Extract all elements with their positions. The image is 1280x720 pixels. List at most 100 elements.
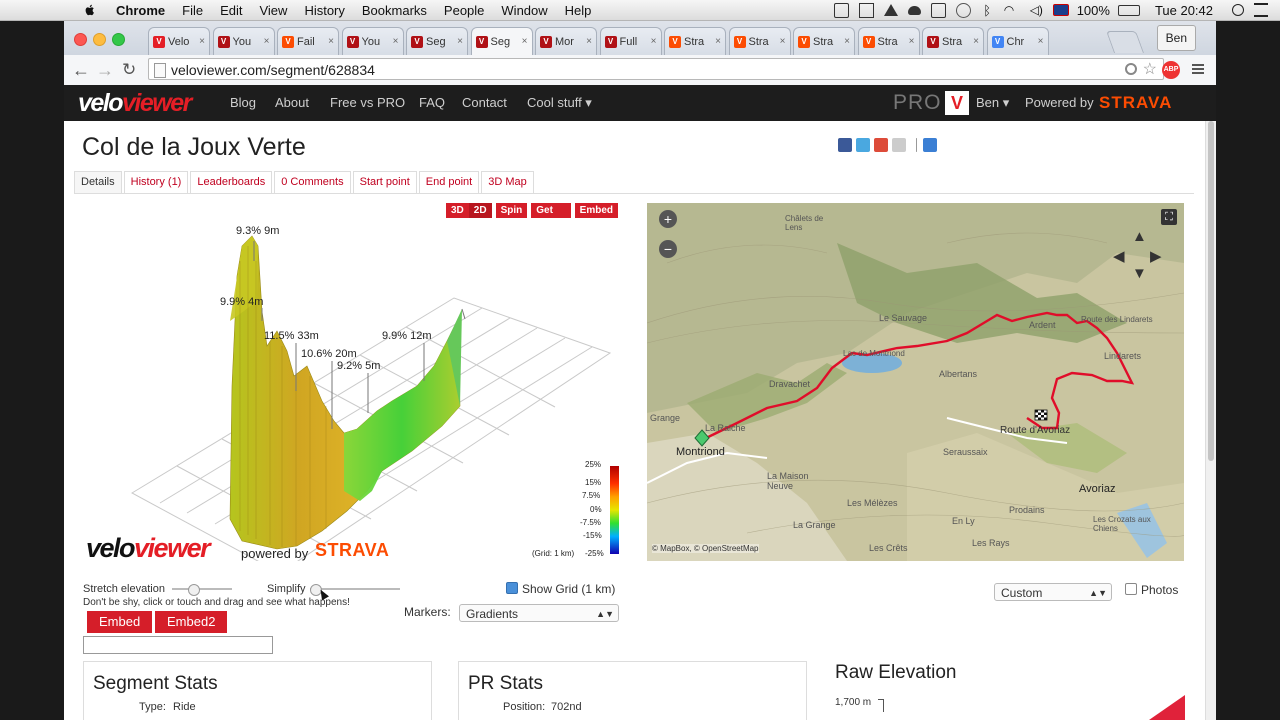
battery-icon[interactable] xyxy=(1117,4,1140,16)
browser-tab[interactable]: V Seg × xyxy=(406,27,468,55)
tab-close-icon[interactable]: × xyxy=(780,36,786,47)
uk-flag-icon[interactable] xyxy=(1052,4,1069,16)
time-machine-icon[interactable] xyxy=(955,2,971,18)
notification-list-icon[interactable] xyxy=(1254,3,1268,17)
tab-end-point[interactable]: End point xyxy=(418,171,480,193)
tab-3d-map[interactable]: 3D Map xyxy=(481,171,534,193)
browser-tab[interactable]: V Velo × xyxy=(148,27,210,55)
tab-close-icon[interactable]: × xyxy=(844,36,850,47)
strava-logo[interactable]: STRAVA xyxy=(1099,93,1172,113)
browser-tab[interactable]: V You × xyxy=(341,27,404,55)
google-plus-icon[interactable] xyxy=(874,138,888,152)
map-layer-select[interactable]: Custom ▲▼ xyxy=(994,583,1112,601)
back-icon[interactable]: ← xyxy=(72,60,90,81)
reload-icon[interactable]: ↻ xyxy=(122,60,136,80)
bookmark-star-icon[interactable]: ☆ xyxy=(1143,59,1157,81)
browser-tab[interactable]: V Stra × xyxy=(664,27,726,55)
pan-right-icon[interactable]: ▶ xyxy=(1150,247,1162,265)
tab-close-icon[interactable]: × xyxy=(1038,36,1044,47)
tab-details[interactable]: Details xyxy=(74,171,122,193)
nav-cool-stuff[interactable]: Cool stuff ▾ xyxy=(527,95,592,111)
view-3d-button[interactable]: 3D xyxy=(446,203,469,218)
drive-icon[interactable] xyxy=(883,4,898,16)
slider-handle[interactable] xyxy=(188,584,200,596)
veloviewer-logo[interactable]: veloviewer xyxy=(78,89,192,118)
tab-leaderboards[interactable]: Leaderboards xyxy=(190,171,273,193)
menu-view[interactable]: View xyxy=(259,3,287,18)
embed-viz-button[interactable]: Embed xyxy=(574,203,618,218)
window-icon[interactable] xyxy=(858,2,874,18)
checkbox-unchecked-icon[interactable] xyxy=(1125,583,1137,595)
skype-icon[interactable] xyxy=(833,2,849,18)
new-tab-button[interactable] xyxy=(1105,31,1145,53)
nav-free-vs-pro[interactable]: Free vs PRO xyxy=(330,95,405,110)
page-scrollbar[interactable] xyxy=(1205,121,1216,720)
facebook-icon[interactable] xyxy=(838,138,852,152)
address-bar[interactable]: veloviewer.com/segment/628834 ☆ xyxy=(148,58,1164,80)
tab-history[interactable]: History (1) xyxy=(123,171,189,193)
browser-tab[interactable]: V Stra × xyxy=(728,27,791,55)
digg-icon[interactable] xyxy=(892,138,906,152)
browser-tab[interactable]: V Seg × xyxy=(470,27,533,55)
map-canvas[interactable] xyxy=(647,203,1184,561)
nav-contact[interactable]: Contact xyxy=(462,95,507,110)
add-share-icon[interactable] xyxy=(923,138,937,152)
menu-window[interactable]: Window xyxy=(501,3,547,18)
tab-close-icon[interactable]: × xyxy=(457,36,463,47)
markers-select[interactable]: Gradients ▲▼ xyxy=(459,604,619,622)
tab-close-icon[interactable]: × xyxy=(328,36,334,47)
location-icon[interactable] xyxy=(1125,63,1137,75)
tab-close-icon[interactable]: × xyxy=(973,36,979,47)
map-attribution[interactable]: © MapBox, © OpenStreetMap xyxy=(652,544,759,553)
browser-tab[interactable]: V Stra × xyxy=(857,27,920,55)
menu-bookmarks[interactable]: Bookmarks xyxy=(362,3,427,18)
apple-icon[interactable] xyxy=(82,3,98,17)
nav-faq[interactable]: FAQ xyxy=(419,95,445,110)
tab-close-icon[interactable]: × xyxy=(393,36,399,47)
twitter-icon[interactable] xyxy=(856,138,870,152)
stretch-elevation-slider[interactable] xyxy=(172,584,232,596)
browser-tab[interactable]: V Chr × xyxy=(986,27,1049,55)
get-image-button[interactable]: Get image xyxy=(531,203,571,231)
photo-icon[interactable] xyxy=(930,2,946,18)
browser-tab[interactable]: V You × xyxy=(212,27,275,55)
bluetooth-icon[interactable]: ᛒ xyxy=(981,4,994,17)
pan-down-icon[interactable]: ▼ xyxy=(1132,265,1147,282)
menu-app-chrome[interactable]: Chrome xyxy=(116,3,165,18)
cloud-icon[interactable] xyxy=(907,5,921,15)
menu-file[interactable]: File xyxy=(182,3,203,18)
zoom-out-button[interactable]: − xyxy=(659,240,677,258)
forward-icon[interactable]: → xyxy=(96,60,114,81)
elevation-3d-canvas[interactable] xyxy=(82,201,622,561)
segment-map[interactable]: + − ⛶ ▲ ◀ ▶ ▼ Châlets de Lens Le Sauvage… xyxy=(647,203,1184,561)
spin-button[interactable]: Spin xyxy=(495,203,528,218)
zoom-window-button[interactable] xyxy=(112,33,125,46)
browser-tab[interactable]: V Mor × xyxy=(535,27,597,55)
minimize-window-button[interactable] xyxy=(93,33,106,46)
tab-start-point[interactable]: Start point xyxy=(352,171,417,193)
view-2d-button[interactable]: 2D xyxy=(468,203,492,218)
nav-about[interactable]: About xyxy=(275,95,309,110)
volume-icon[interactable]: ◁) xyxy=(1030,3,1043,17)
profile-button[interactable]: Ben xyxy=(1156,25,1196,51)
clock[interactable]: Tue 20:42 xyxy=(1155,3,1213,18)
menu-people[interactable]: People xyxy=(444,3,484,18)
spotlight-search-icon[interactable] xyxy=(1232,4,1244,16)
tab-comments[interactable]: 0 Comments xyxy=(274,171,351,193)
browser-tab[interactable]: V Stra × xyxy=(922,27,984,55)
elevation-3d-viewer[interactable]: 3D 2D Spin Get image Embed 9.3% 9m 9.9% … xyxy=(82,201,622,563)
zoom-in-button[interactable]: + xyxy=(659,210,677,228)
checkbox-checked-icon[interactable] xyxy=(506,582,518,594)
tab-close-icon[interactable]: × xyxy=(715,36,721,47)
user-menu[interactable]: Ben ▾ xyxy=(976,95,1009,111)
close-window-button[interactable] xyxy=(74,33,87,46)
tab-close-icon[interactable]: × xyxy=(264,36,270,47)
tab-close-icon[interactable]: × xyxy=(651,36,657,47)
tab-close-icon[interactable]: × xyxy=(586,36,592,47)
tab-close-icon[interactable]: × xyxy=(909,36,915,47)
tab-close-icon[interactable]: × xyxy=(522,36,528,47)
tab-close-icon[interactable]: × xyxy=(199,36,205,47)
menu-history[interactable]: History xyxy=(304,3,344,18)
menu-help[interactable]: Help xyxy=(565,3,592,18)
scrollbar-thumb[interactable] xyxy=(1208,121,1214,461)
